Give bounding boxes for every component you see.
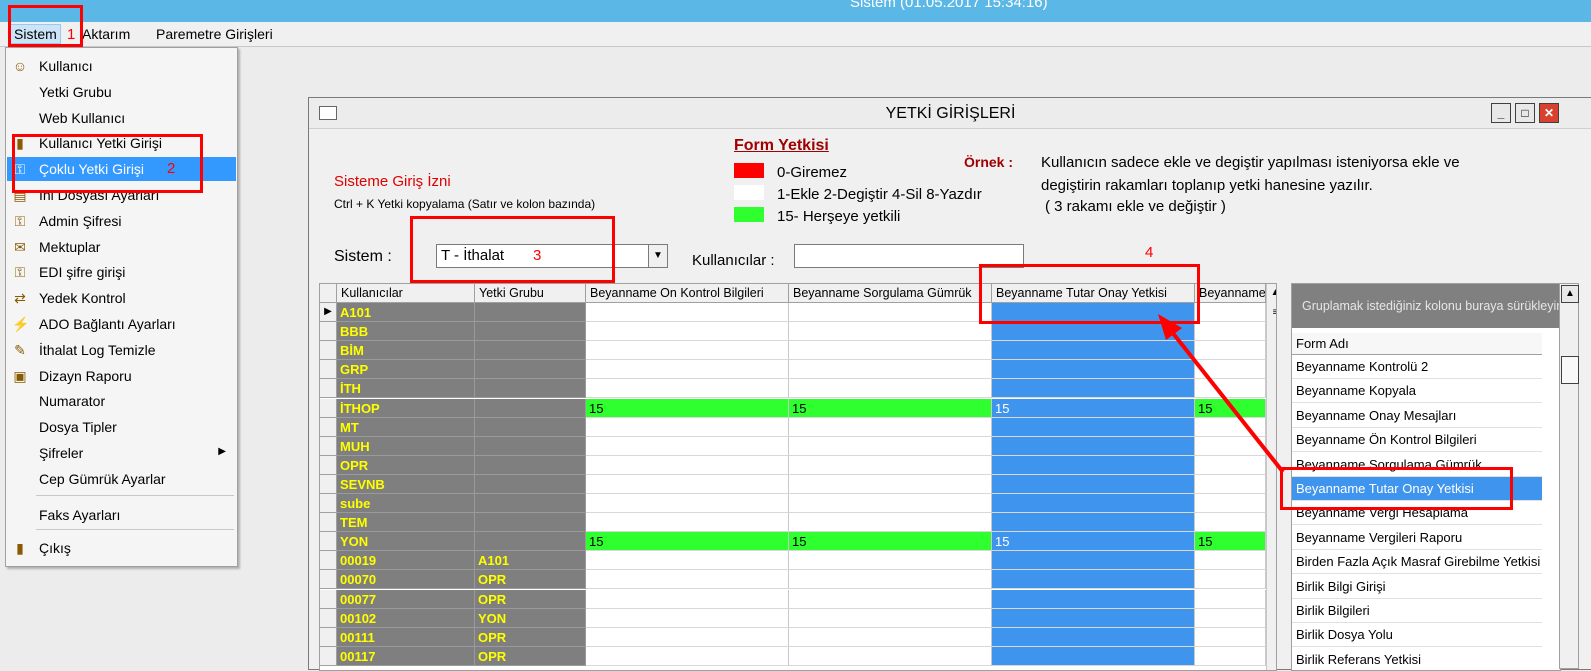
annotation-arrow [1158, 314, 1285, 474]
